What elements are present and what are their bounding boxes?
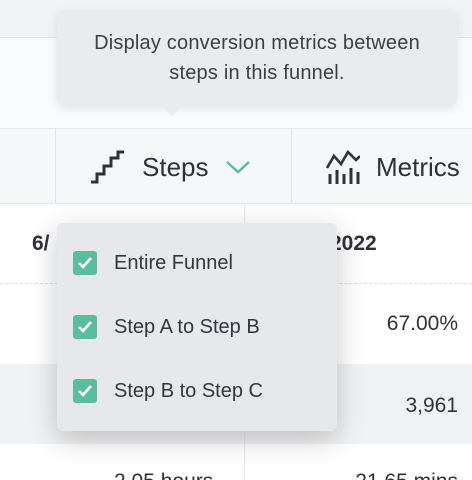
steps-button[interactable]: Steps	[90, 129, 251, 205]
header-date-1: 6/	[32, 232, 50, 255]
checkbox-checked-icon[interactable]	[73, 251, 97, 275]
metrics-chart-icon	[326, 150, 360, 184]
dropdown-item-label: Entire Funnel	[114, 252, 233, 274]
table-cell: 3,961	[405, 394, 458, 417]
chevron-down-icon	[225, 159, 251, 175]
table-cell: 2.05 hours	[114, 470, 213, 480]
table-row: 2.05 hours 21.65 mins	[0, 444, 472, 480]
dropdown-item-label: Step B to Step C	[114, 380, 263, 402]
steps-dropdown: Entire Funnel Step A to Step B Step B to…	[57, 223, 337, 431]
metrics-button[interactable]: Metrics	[326, 129, 460, 205]
toolbar-divider	[55, 129, 56, 205]
steps-icon	[90, 150, 126, 184]
dropdown-item-entire-funnel[interactable]: Entire Funnel	[57, 231, 337, 295]
metrics-label: Metrics	[376, 151, 460, 182]
table-cell: 21.65 mins	[355, 470, 458, 480]
checkbox-checked-icon[interactable]	[73, 379, 97, 403]
tooltip-text: Display conversion metrics between steps…	[94, 32, 420, 84]
steps-tooltip: Display conversion metrics between steps…	[57, 10, 457, 106]
toolbar-divider	[291, 129, 292, 205]
dropdown-item-label: Step A to Step B	[114, 316, 260, 338]
header-date-2: 2022	[330, 232, 377, 255]
tooltip-arrow	[161, 104, 183, 116]
checkbox-checked-icon[interactable]	[73, 315, 97, 339]
steps-label: Steps	[142, 151, 209, 182]
funnel-toolbar: Steps Metrics	[0, 128, 472, 205]
dropdown-item-step-a-to-b[interactable]: Step A to Step B	[57, 295, 337, 359]
table-cell: 67.00%	[386, 312, 458, 335]
dropdown-item-step-b-to-c[interactable]: Step B to Step C	[57, 359, 337, 423]
